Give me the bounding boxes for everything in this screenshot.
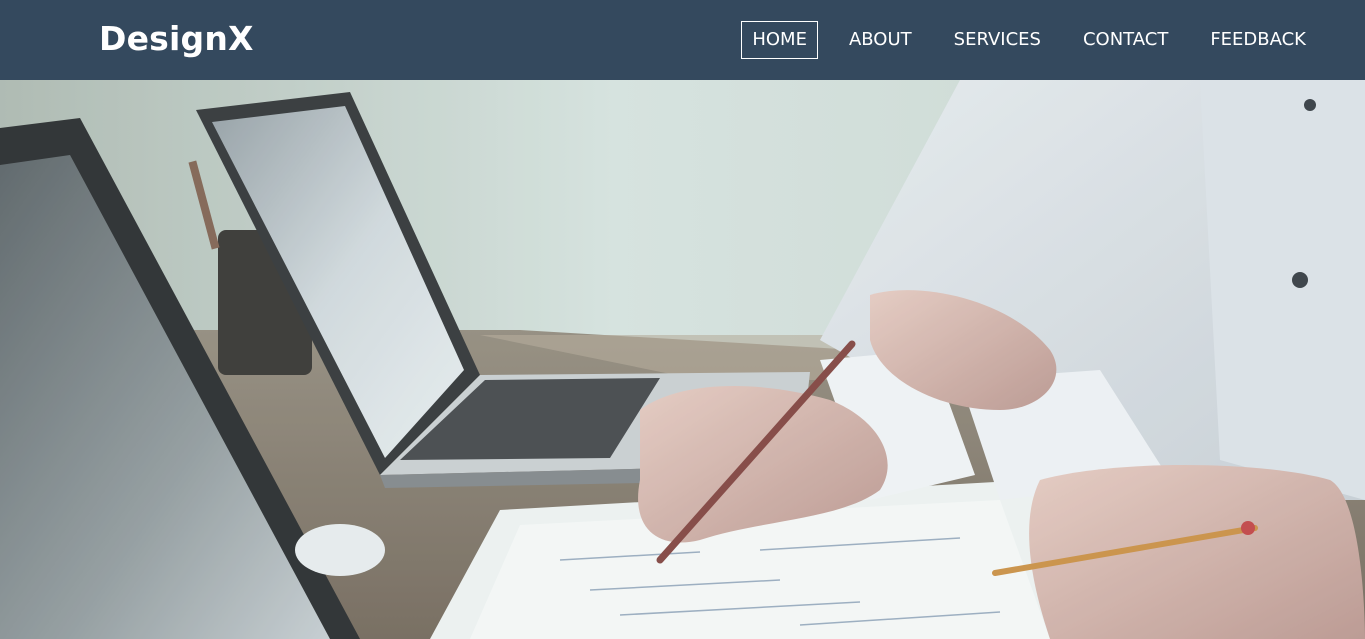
nav-link-services[interactable]: SERVICES — [943, 21, 1052, 59]
hero-image — [0, 80, 1365, 639]
hero-photo-illustration — [0, 80, 1365, 639]
brand-logo[interactable]: DesignX — [99, 19, 254, 59]
nav-link-about[interactable]: ABOUT — [838, 21, 923, 59]
nav-link-feedback[interactable]: FEEDBACK — [1199, 21, 1317, 59]
nav-link-home[interactable]: HOME — [741, 21, 818, 59]
nav-link-contact[interactable]: CONTACT — [1072, 21, 1179, 59]
top-navbar: DesignX HOME ABOUT SERVICES CONTACT FEED… — [0, 0, 1365, 80]
main-nav: HOME ABOUT SERVICES CONTACT FEEDBACK — [721, 21, 1317, 59]
